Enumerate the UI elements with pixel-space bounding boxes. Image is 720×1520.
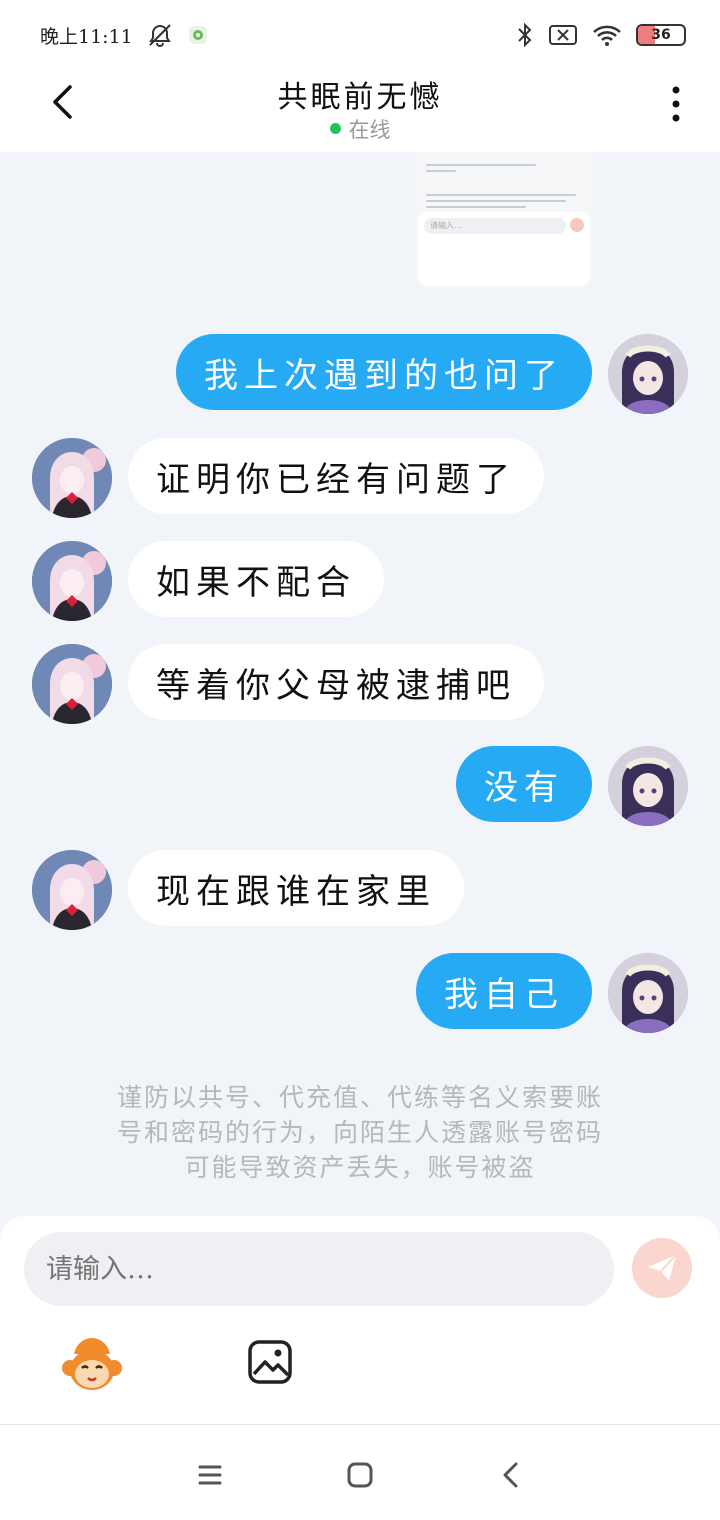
system-back-button[interactable] — [494, 1457, 530, 1493]
recent-apps-button[interactable] — [192, 1457, 228, 1493]
chevron-left-icon — [503, 1462, 518, 1488]
home-button[interactable] — [342, 1457, 378, 1493]
avatar-character-icon — [32, 644, 112, 724]
contact-avatar[interactable] — [32, 850, 112, 930]
screenshot-send-icon — [570, 218, 584, 232]
send-icon — [648, 1254, 677, 1281]
avatar-character-icon — [32, 850, 112, 930]
menu-lines-icon — [198, 1465, 222, 1485]
avatar-character-icon — [32, 541, 112, 621]
avatar-character-icon — [32, 438, 112, 518]
avatar-girl-icon — [608, 953, 688, 1033]
message-bubble-sent[interactable]: 没有 — [456, 746, 592, 822]
screenshot-inner-panel: 请输入… — [418, 212, 590, 286]
wifi-icon — [592, 23, 622, 47]
message-bubble-received[interactable]: 等着你父母被逮捕吧 — [128, 644, 544, 720]
my-avatar[interactable] — [608, 334, 688, 414]
message-composer — [0, 1216, 720, 1424]
message-bubble-sent[interactable]: 我自己 — [416, 953, 592, 1029]
send-button[interactable] — [632, 1238, 692, 1298]
emoji-button[interactable] — [60, 1336, 124, 1394]
battery-icon: 36 — [636, 24, 686, 46]
system-nav-bar — [0, 1424, 720, 1520]
message-bubble-received[interactable]: 证明你已经有问题了 — [128, 438, 544, 514]
battery-level: 36 — [651, 27, 671, 43]
message-bubble-sent[interactable]: 我上次遇到的也问了 — [176, 334, 592, 410]
more-vertical-icon — [672, 86, 680, 122]
app-notification-icon — [187, 24, 209, 46]
security-notice: 谨防以共号、代充值、代练等名义索要账 号和密码的行为，向陌生人透露账号密码 可能… — [60, 1080, 660, 1185]
message-input[interactable] — [24, 1232, 614, 1306]
alarm-off-icon — [147, 22, 173, 48]
contact-avatar[interactable] — [32, 541, 112, 621]
screenshot-input: 请输入… — [424, 218, 566, 234]
shared-screenshot-image[interactable]: 请输入… — [416, 152, 592, 288]
square-home-icon — [347, 1462, 373, 1488]
more-options-button[interactable] — [660, 84, 692, 124]
online-status: 在线 — [0, 114, 720, 144]
contact-avatar[interactable] — [32, 644, 112, 724]
avatar-girl-icon — [608, 746, 688, 826]
online-status-label: 在线 — [348, 118, 391, 142]
message-bubble-received[interactable]: 如果不配合 — [128, 541, 384, 617]
no-sim-icon — [548, 23, 578, 47]
notice-line: 号和密码的行为，向陌生人透露账号密码 — [116, 1118, 603, 1147]
status-bar: 晚上11:11 36 — [0, 0, 720, 70]
status-time: 晚上11:11 — [40, 25, 133, 48]
my-avatar[interactable] — [608, 746, 688, 826]
contact-avatar[interactable] — [32, 438, 112, 518]
online-dot-icon — [329, 123, 341, 134]
avatar-girl-icon — [608, 334, 688, 414]
my-avatar[interactable] — [608, 953, 688, 1033]
message-bubble-received[interactable]: 现在跟谁在家里 — [128, 850, 464, 926]
notice-line: 谨防以共号、代充值、代练等名义索要账 — [116, 1083, 603, 1112]
page-title: 共眠前无憾 — [277, 80, 443, 115]
bluetooth-icon — [516, 22, 534, 48]
image-button[interactable] — [246, 1338, 296, 1388]
image-icon — [248, 1340, 292, 1384]
chat-header: 共眠前无憾 在线 — [0, 70, 720, 152]
notice-line: 可能导致资产丢失，账号被盗 — [184, 1153, 536, 1182]
emoji-monkey-icon — [62, 1338, 122, 1390]
